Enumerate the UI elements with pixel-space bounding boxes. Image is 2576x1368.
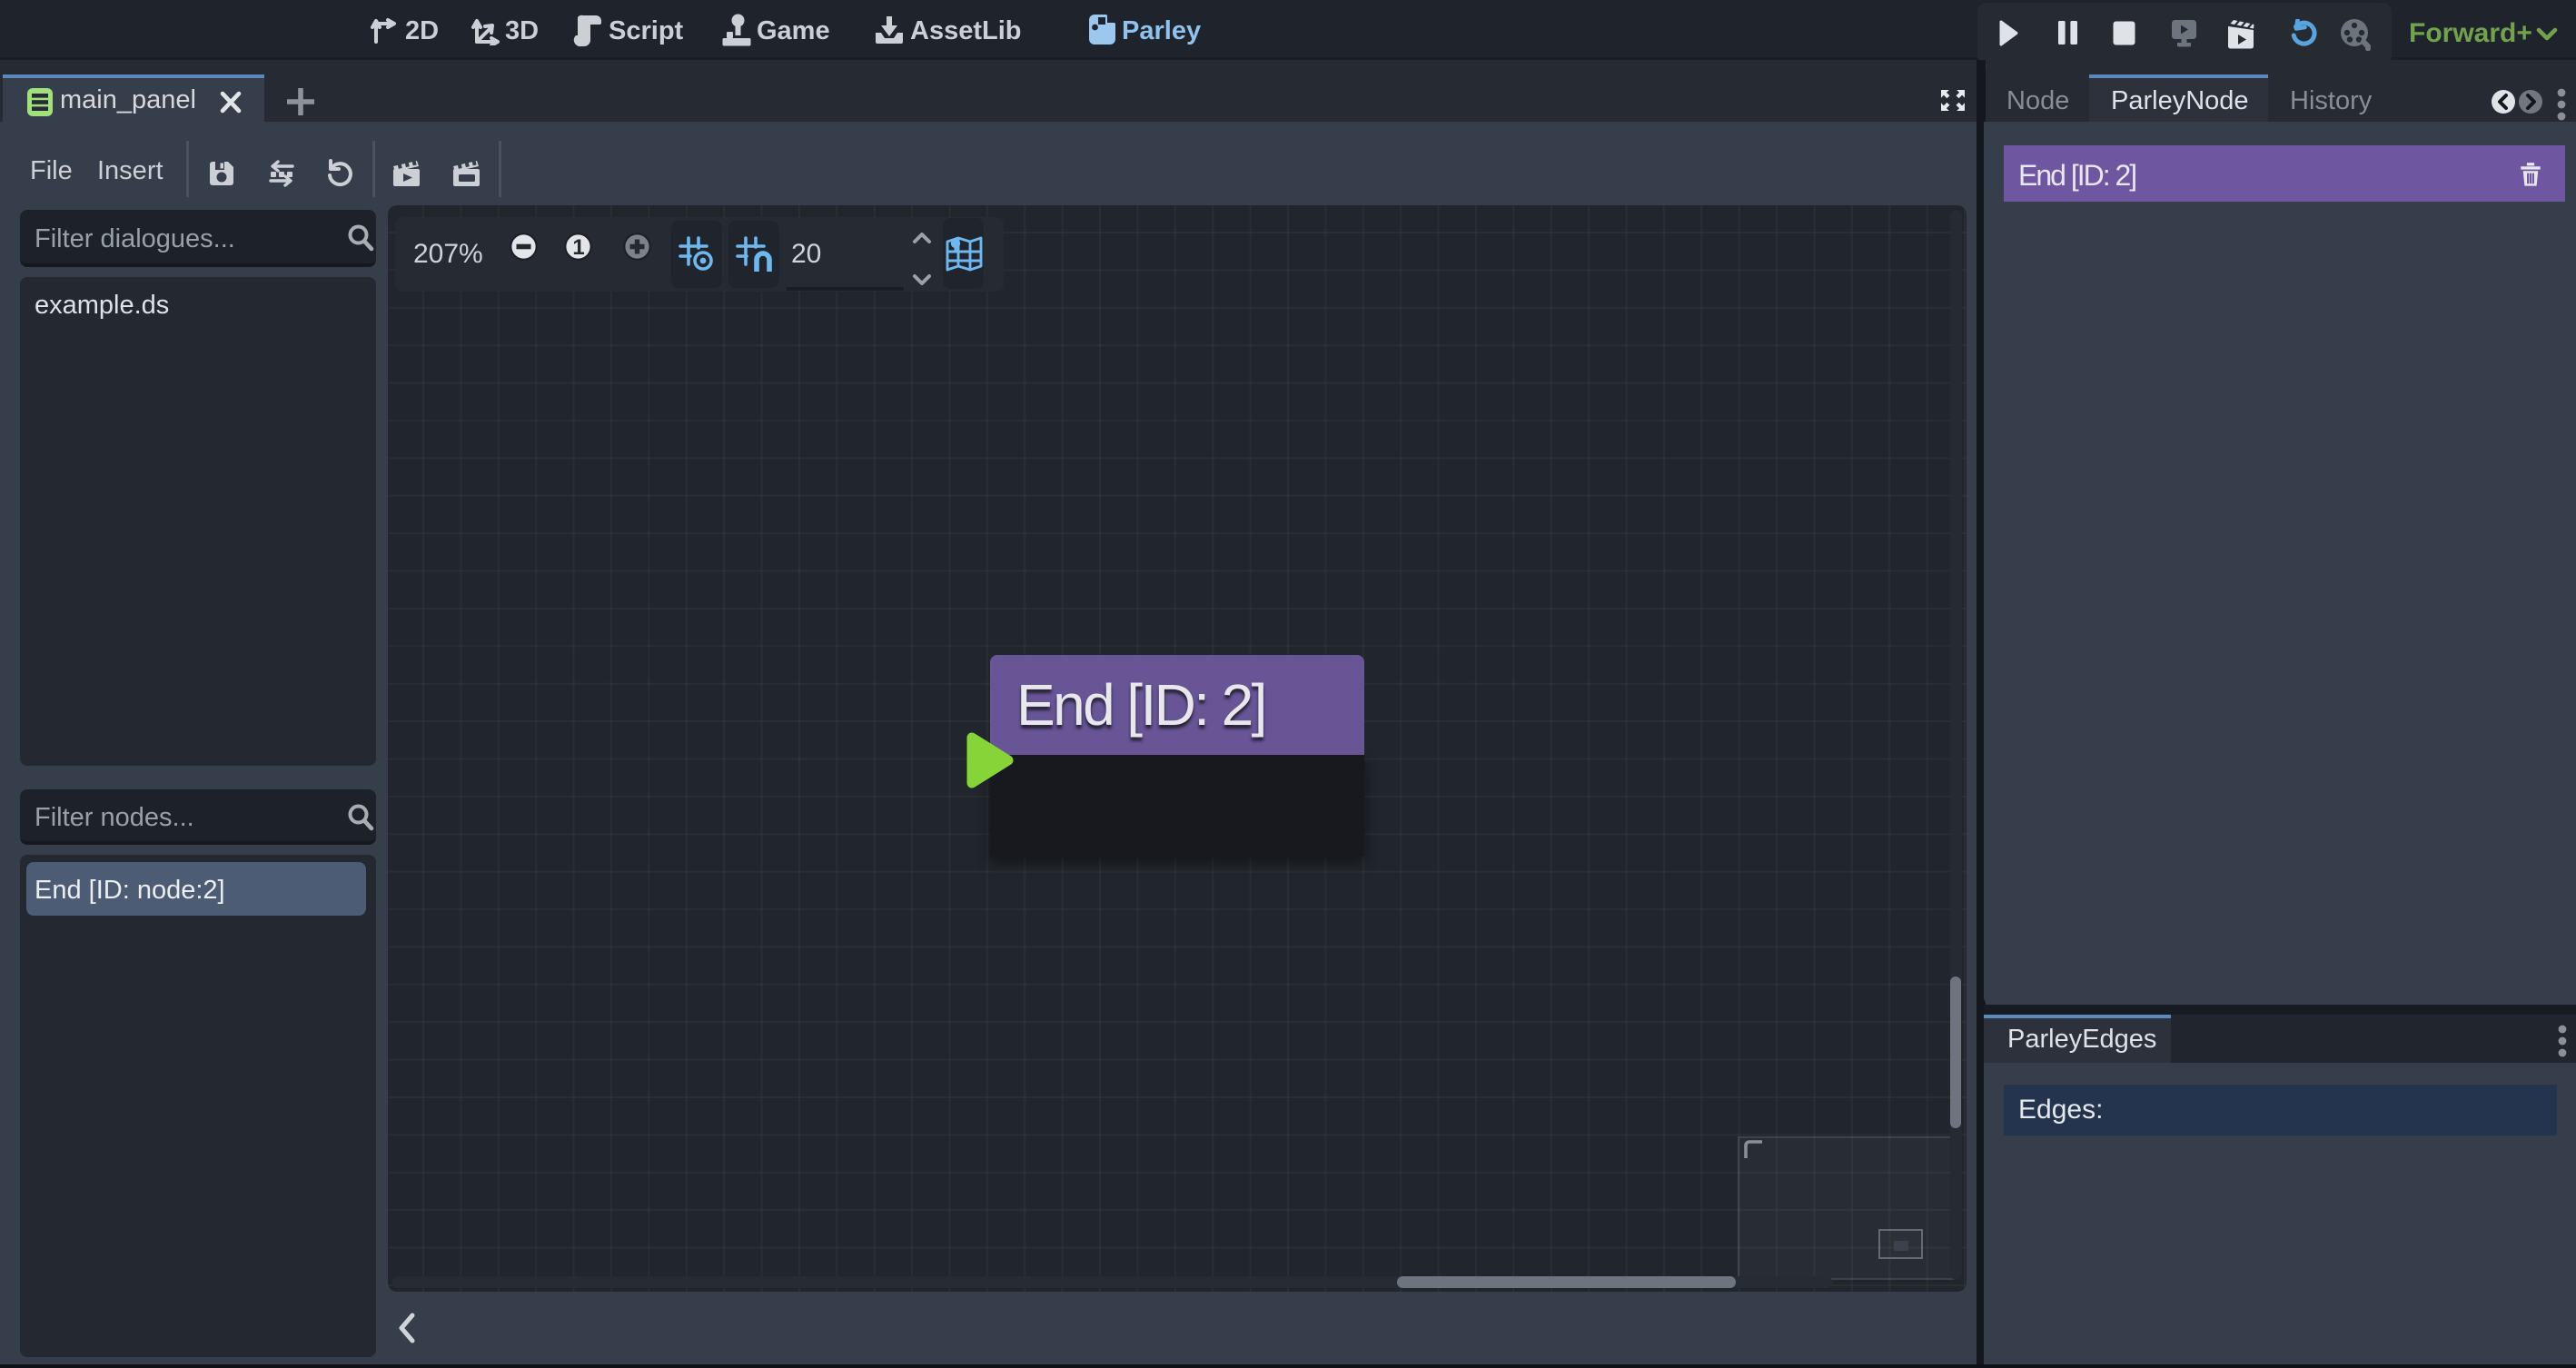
svg-text:1: 1 bbox=[572, 235, 584, 260]
